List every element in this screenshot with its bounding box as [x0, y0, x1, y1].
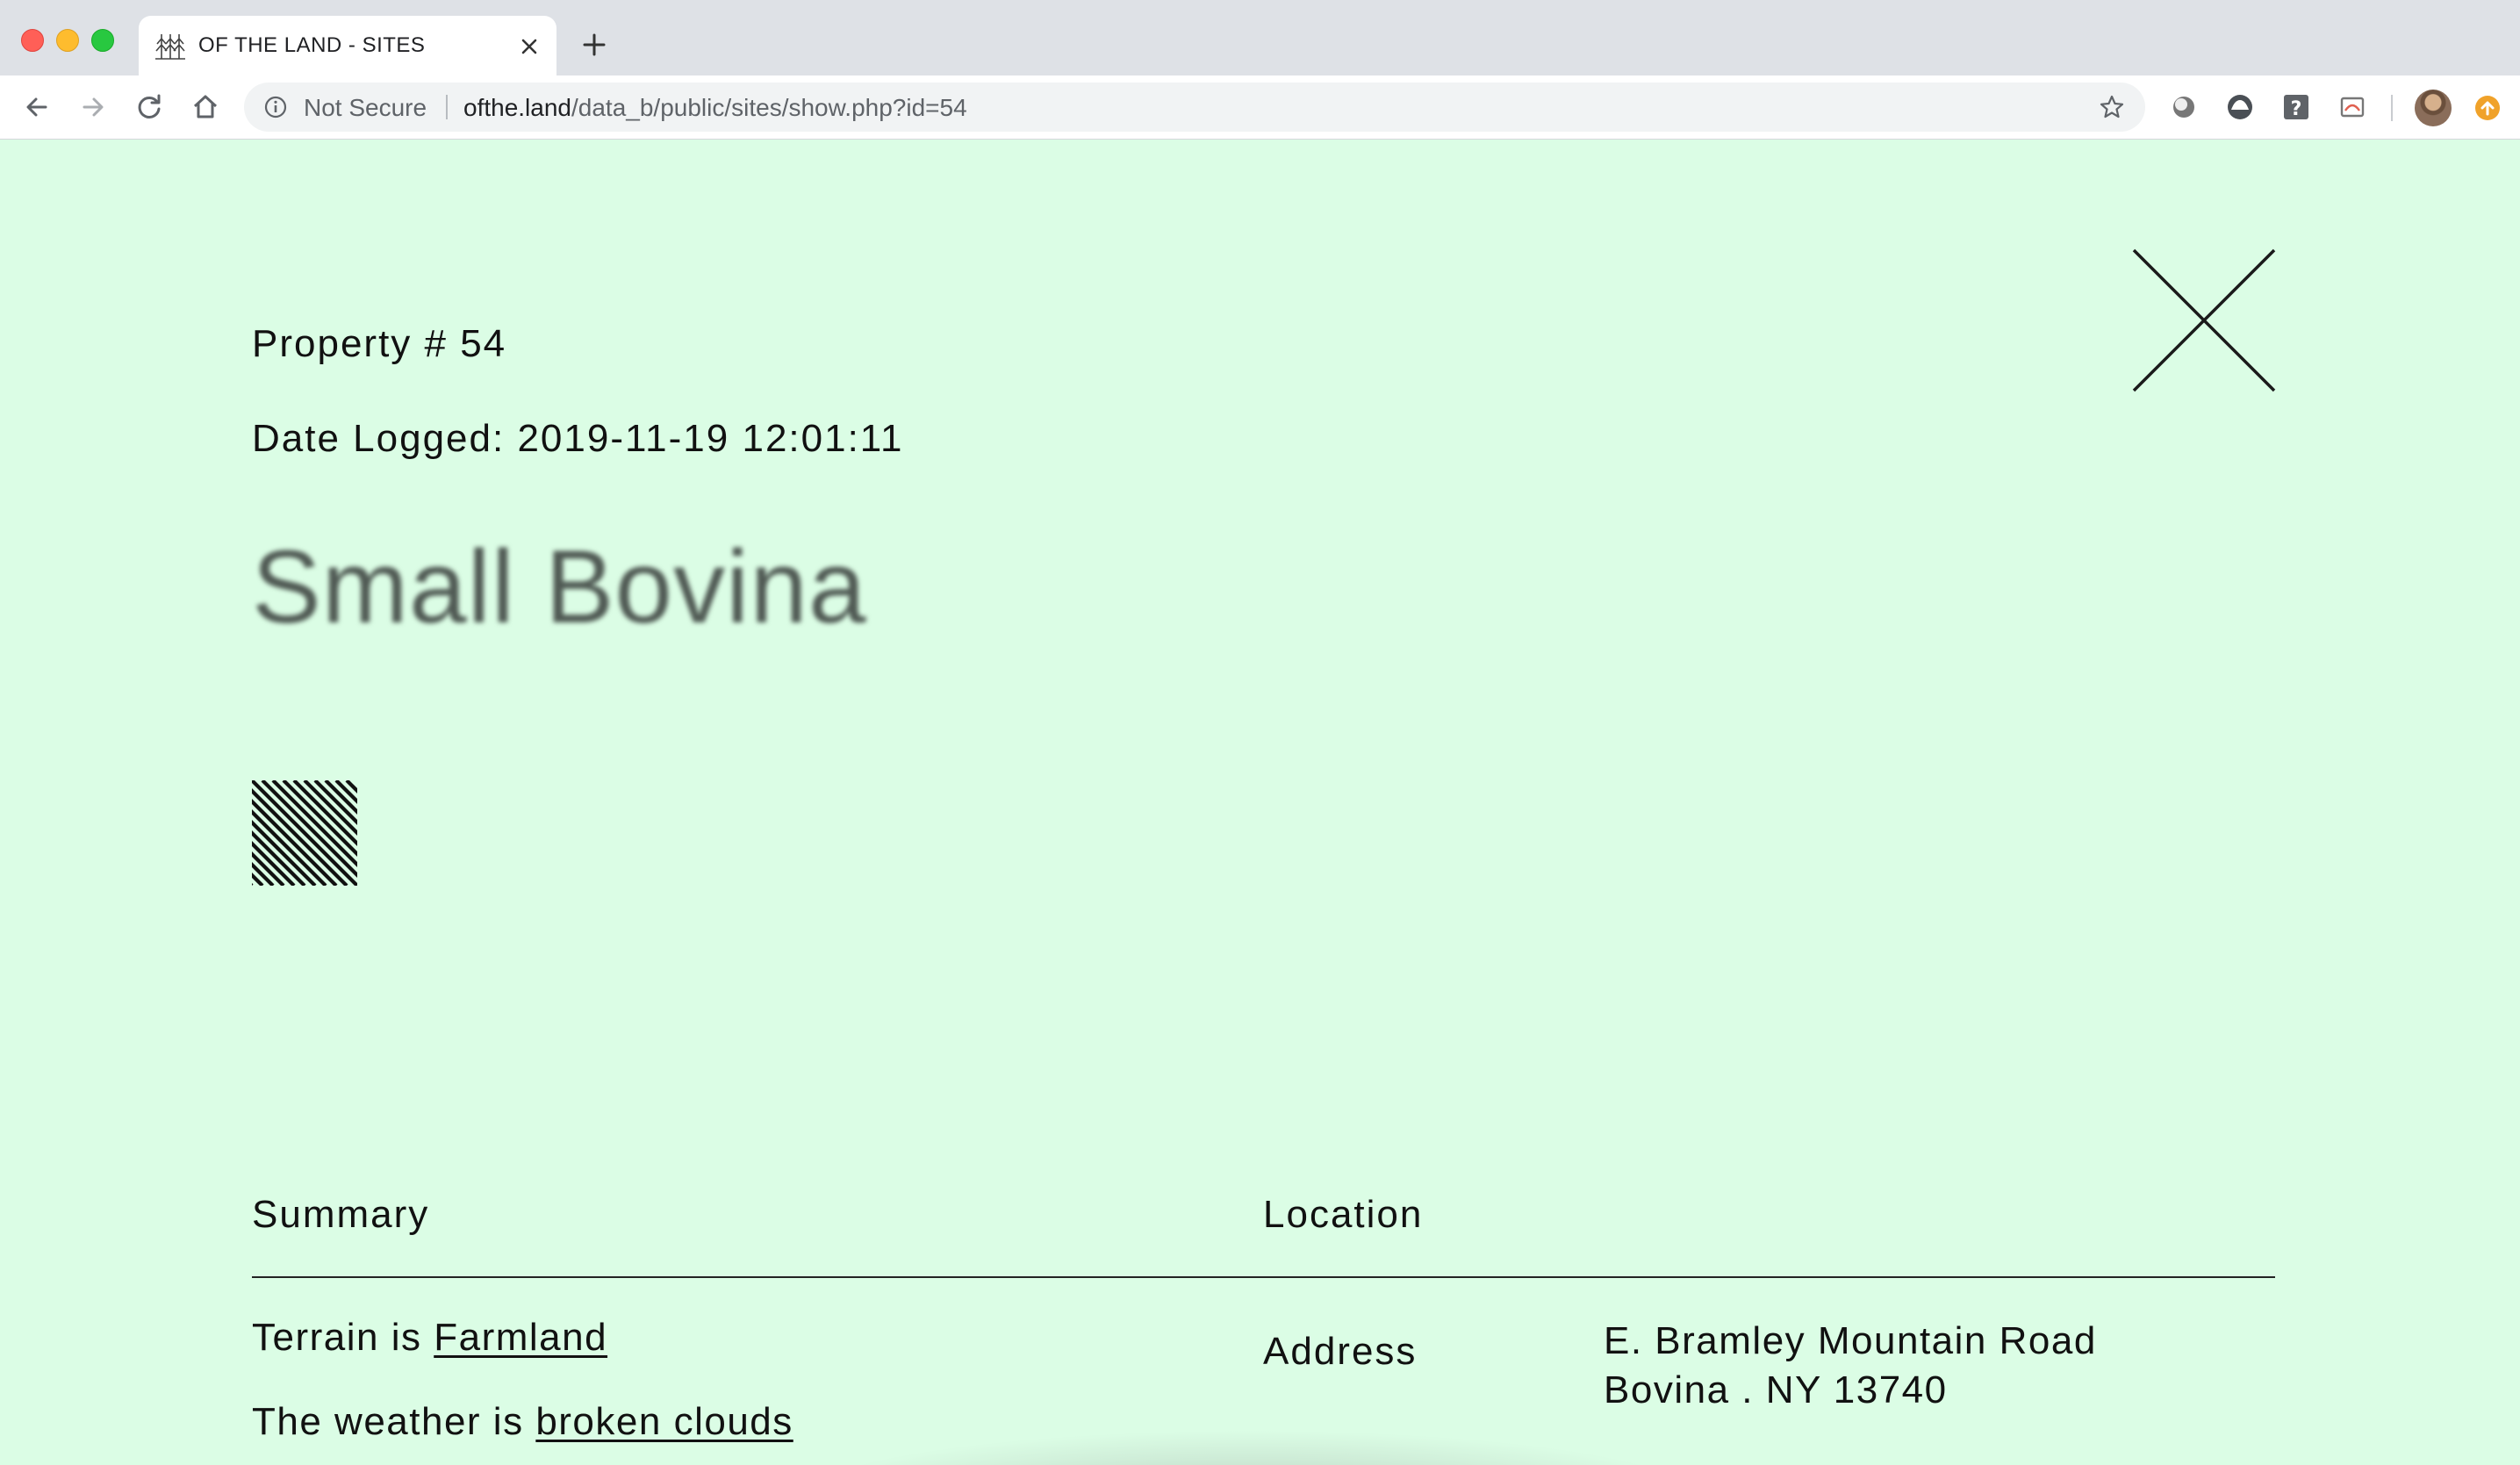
- star-icon[interactable]: [2098, 93, 2126, 121]
- security-label[interactable]: Not Secure: [304, 94, 427, 122]
- terrain-line: Terrain is Farmland: [252, 1316, 607, 1360]
- address-line-2: Bovina . NY 13740: [1604, 1368, 1948, 1411]
- extension-icon[interactable]: [2224, 91, 2256, 123]
- property-number: Property # 54: [252, 322, 507, 365]
- window-minimize-button[interactable]: [56, 29, 79, 52]
- close-tab-icon[interactable]: [514, 32, 544, 61]
- site-name: Small Bovina: [252, 529, 867, 645]
- window-zoom-button[interactable]: [91, 29, 114, 52]
- address-label: Address: [1263, 1330, 1418, 1373]
- extension-icon[interactable]: [2337, 91, 2368, 123]
- toolbar-separator: [2391, 95, 2393, 121]
- tab-active[interactable]: OF THE LAND - SITES: [139, 16, 556, 75]
- browser-toolbar: Not Secure ofthe.land/data_b/public/site…: [0, 75, 2520, 140]
- back-icon[interactable]: [21, 91, 53, 123]
- trees-icon: [155, 34, 185, 60]
- weather-prefix: The weather is: [252, 1400, 536, 1443]
- extension-icon[interactable]: ?: [2280, 91, 2312, 123]
- reload-icon[interactable]: [133, 91, 165, 123]
- forward-icon[interactable]: [77, 91, 109, 123]
- info-icon[interactable]: [263, 95, 288, 119]
- bottom-overlay-shadow: [790, 1430, 1712, 1465]
- omnibox-separator: [446, 95, 448, 119]
- summary-heading: Summary: [252, 1193, 430, 1236]
- location-heading: Location: [1263, 1193, 1424, 1236]
- tab-title: OF THE LAND - SITES: [198, 33, 426, 57]
- home-icon[interactable]: [190, 91, 221, 123]
- terrain-link[interactable]: Farmland: [434, 1316, 607, 1359]
- weather-line: The weather is broken clouds: [252, 1400, 793, 1444]
- address-line-1: E. Bramley Mountain Road: [1604, 1319, 2097, 1362]
- date-logged: Date Logged: 2019-11-19 12:01:11: [252, 417, 904, 460]
- tab-strip: OF THE LAND - SITES: [0, 0, 2520, 75]
- profile-avatar[interactable]: [2415, 90, 2452, 126]
- new-tab-icon[interactable]: [579, 30, 609, 60]
- section-divider: [252, 1276, 2275, 1278]
- url-path: /data_b/public/sites/show.php?id=54: [571, 94, 967, 121]
- close-icon[interactable]: [2132, 248, 2276, 392]
- window-close-button[interactable]: [21, 29, 44, 52]
- terrain-prefix: Terrain is: [252, 1316, 434, 1359]
- url-host: ofthe.land: [463, 94, 571, 121]
- hatch-pattern-icon: [252, 780, 357, 886]
- url-text[interactable]: ofthe.land/data_b/public/sites/show.php?…: [463, 94, 967, 122]
- extension-icon[interactable]: [2168, 91, 2200, 123]
- weather-link[interactable]: broken clouds: [535, 1400, 793, 1443]
- address-bar[interactable]: Not Secure ofthe.land/data_b/public/site…: [244, 83, 2145, 132]
- browser-chrome: OF THE LAND - SITES Not Secure ofthe.lan…: [0, 0, 2520, 140]
- update-icon[interactable]: [2473, 94, 2502, 122]
- svg-text:?: ?: [2291, 98, 2302, 120]
- page-content: Property # 54 Date Logged: 2019-11-19 12…: [0, 140, 2520, 1465]
